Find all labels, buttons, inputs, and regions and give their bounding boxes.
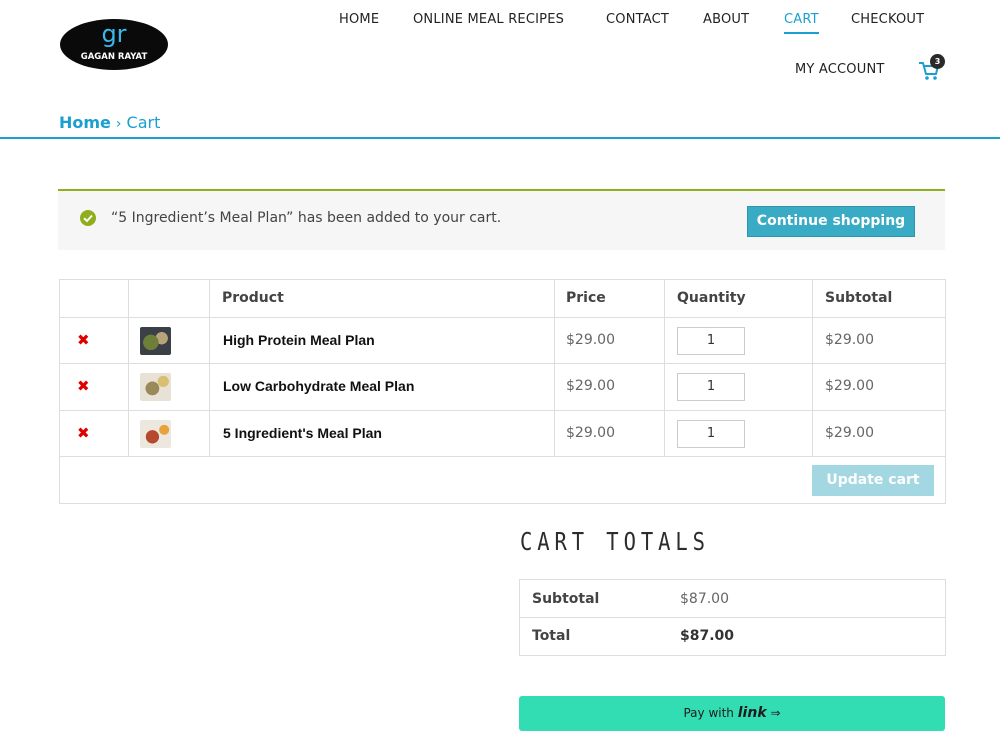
quantity-input[interactable]: 1 — [677, 373, 745, 401]
table-row: ✖ High Protein Meal Plan $29.00 1 $29.00 — [60, 318, 945, 364]
header-subtotal: Subtotal — [825, 290, 893, 306]
breadcrumb-separator: › — [115, 116, 122, 132]
link-brand-label: link — [737, 705, 767, 721]
cart-totals-table: Subtotal $87.00 Total $87.00 — [519, 579, 946, 656]
totals-divider — [520, 617, 945, 618]
breadcrumb-current: Cart — [126, 113, 161, 132]
breadcrumb: Home › Cart — [59, 113, 160, 132]
site-logo[interactable]: gr GAGAN RAYAT — [59, 18, 169, 71]
product-price: $29.00 — [566, 378, 615, 394]
product-name-link[interactable]: 5 Ingredient's Meal Plan — [223, 425, 382, 441]
cart-count-badge: 3 — [930, 54, 945, 69]
nav-online-meal-recipes[interactable]: ONLINE MEAL RECIPES — [413, 12, 564, 27]
product-subtotal: $29.00 — [825, 378, 874, 394]
totals-total-value: $87.00 — [680, 628, 735, 644]
arrow-right-icon: ⇒ — [770, 706, 781, 720]
nav-my-account[interactable]: MY ACCOUNT — [795, 62, 885, 77]
pay-with-link-button[interactable]: Pay with link ⇒ — [519, 696, 945, 731]
remove-item-icon[interactable]: ✖ — [77, 331, 90, 349]
nav-contact[interactable]: CONTACT — [606, 12, 669, 27]
update-cart-button[interactable]: Update cart — [812, 465, 934, 496]
table-row: ✖ Low Carbohydrate Meal Plan $29.00 1 $2… — [60, 364, 945, 410]
product-subtotal: $29.00 — [825, 332, 874, 348]
header-price: Price — [566, 290, 606, 306]
svg-text:gr: gr — [101, 20, 126, 48]
totals-subtotal-label: Subtotal — [532, 591, 600, 607]
cart-table: Product Price Quantity Subtotal ✖ High P… — [59, 279, 946, 504]
breadcrumb-home-link[interactable]: Home — [59, 113, 111, 132]
header-divider — [0, 137, 1000, 139]
totals-subtotal-value: $87.00 — [680, 591, 729, 607]
remove-item-icon[interactable]: ✖ — [77, 377, 90, 395]
product-name-link[interactable]: Low Carbohydrate Meal Plan — [223, 378, 414, 394]
pay-with-label: Pay with — [683, 706, 734, 720]
nav-home[interactable]: HOME — [339, 12, 379, 27]
nav-cart[interactable]: CART — [784, 12, 819, 34]
product-price: $29.00 — [566, 425, 615, 441]
nav-checkout[interactable]: CHECKOUT — [851, 12, 924, 27]
product-name-link[interactable]: High Protein Meal Plan — [223, 332, 375, 348]
quantity-input[interactable]: 1 — [677, 420, 745, 448]
quantity-input[interactable]: 1 — [677, 327, 745, 355]
header-product: Product — [222, 290, 284, 306]
table-row: ✖ 5 Ingredient's Meal Plan $29.00 1 $29.… — [60, 411, 945, 457]
cart-totals-title: CART TOTALS — [520, 527, 710, 556]
product-thumbnail[interactable] — [140, 373, 171, 401]
product-thumbnail[interactable] — [140, 420, 171, 448]
check-circle-icon — [80, 210, 96, 226]
product-price: $29.00 — [566, 332, 615, 348]
nav-about[interactable]: ABOUT — [703, 12, 749, 27]
header-quantity: Quantity — [677, 290, 746, 306]
product-subtotal: $29.00 — [825, 425, 874, 441]
notice-message: “5 Ingredient’s Meal Plan” has been adde… — [111, 210, 502, 226]
remove-item-icon[interactable]: ✖ — [77, 424, 90, 442]
continue-shopping-button[interactable]: Continue shopping — [747, 206, 915, 237]
product-thumbnail[interactable] — [140, 327, 171, 355]
totals-total-label: Total — [532, 628, 571, 644]
svg-text:GAGAN RAYAT: GAGAN RAYAT — [81, 52, 148, 62]
cart-notice: “5 Ingredient’s Meal Plan” has been adde… — [58, 189, 945, 250]
